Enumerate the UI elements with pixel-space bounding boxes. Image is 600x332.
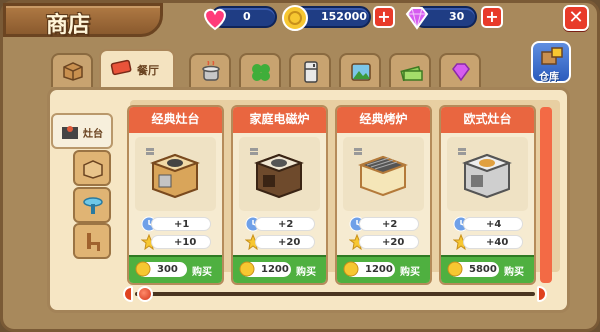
- induction-cooker-icon: [254, 153, 304, 199]
- european-stove-icon: [462, 153, 512, 199]
- tab-landscape[interactable]: [339, 53, 381, 87]
- item-price: 1200: [365, 264, 393, 275]
- pot-icon: [202, 61, 220, 81]
- horizontal-scrollbar[interactable]: [123, 286, 548, 302]
- item-price: 300: [157, 264, 178, 275]
- item-name: 欧式灶台: [441, 107, 534, 133]
- item-name: 家庭电磁炉: [233, 107, 326, 133]
- price-box: 300: [135, 261, 187, 277]
- restaurant-icon: [110, 59, 132, 76]
- item-stat-points: +20: [255, 235, 315, 249]
- price-box: 1200: [239, 261, 291, 277]
- item-price: 1200: [261, 264, 289, 275]
- tab-pot[interactable]: [189, 53, 231, 87]
- shop-item-card[interactable]: 欧式灶台 +4 +40 5800 购买: [439, 105, 536, 285]
- landscape-icon: [351, 63, 371, 81]
- buy-button[interactable]: 5800 购买: [441, 255, 534, 283]
- sidebar-item-cabinet[interactable]: [73, 150, 111, 186]
- clover-icon: [252, 64, 270, 81]
- stove-icon: [150, 153, 200, 199]
- price-box: 1200: [343, 261, 395, 277]
- buy-label: 购买: [192, 267, 212, 278]
- item-price: 5800: [469, 264, 497, 275]
- item-stat-points: +40: [463, 235, 523, 249]
- shop-item-card[interactable]: 经典灶台 +1 +10 300 购买: [127, 105, 224, 285]
- buy-label: 购买: [400, 267, 420, 278]
- tab-box[interactable]: [51, 53, 93, 87]
- scroll-thumb[interactable]: [137, 286, 153, 302]
- item-image: [343, 137, 424, 211]
- item-image: [135, 137, 216, 211]
- item-stat-speed: +1: [151, 217, 211, 231]
- chair-icon: [87, 233, 100, 251]
- diamond-icon: [452, 63, 470, 82]
- shop-item-card[interactable]: 经典烤炉 +2 +20 1200 购买: [335, 105, 432, 285]
- item-stat-speed: +4: [463, 217, 523, 231]
- item-image: [447, 137, 528, 211]
- warehouse-icon: [541, 47, 563, 65]
- tab-fridge[interactable]: [289, 53, 331, 87]
- item-name: 经典烤炉: [337, 107, 430, 133]
- close-button[interactable]: ✕: [563, 5, 589, 31]
- heart-icon: [204, 8, 226, 31]
- gems-counter: 30: [405, 6, 477, 30]
- scroll-right-end: [537, 286, 547, 302]
- hearts-value: 0: [243, 10, 251, 23]
- stove-icon: [62, 126, 78, 139]
- coin-icon: [135, 261, 151, 277]
- buy-button[interactable]: 1200 购买: [337, 255, 430, 283]
- table-icon: [83, 197, 103, 214]
- shop-item-card[interactable]: 家庭电磁炉 +2 +20 1200 购买: [231, 105, 328, 285]
- gem-icon: [405, 7, 429, 30]
- buy-label: 购买: [504, 267, 524, 278]
- coin-icon: [343, 261, 359, 277]
- item-stat-points: +20: [359, 235, 419, 249]
- money-icon: [400, 65, 423, 82]
- tab-money[interactable]: [389, 53, 431, 87]
- grill-icon: [358, 155, 408, 197]
- add-coins-button[interactable]: +: [373, 6, 395, 28]
- buy-button[interactable]: 300 购买: [129, 255, 222, 283]
- cabinet-icon: [83, 160, 103, 179]
- coin-icon: [282, 5, 308, 31]
- coins-value: 152000: [321, 10, 367, 23]
- coin-icon: [447, 261, 463, 277]
- add-gems-button[interactable]: +: [481, 6, 503, 28]
- coins-counter: 152000: [282, 5, 371, 31]
- shop-window: 商店 0 152000 + 30 + ✕ 餐厅 仓库 灶台 经典灶台 +1 +1…: [0, 0, 600, 332]
- scroll-left-end: [123, 286, 133, 302]
- sidebar-item-stove[interactable]: 灶台: [51, 113, 113, 149]
- warehouse-button[interactable]: 仓库: [531, 41, 571, 83]
- hearts-counter: 0: [204, 6, 277, 31]
- item-stat-points: +10: [151, 235, 211, 249]
- coin-icon: [239, 261, 255, 277]
- scroll-track-line: [135, 292, 535, 296]
- title-plate: 商店: [3, 3, 163, 38]
- box-icon: [63, 62, 83, 81]
- buy-button[interactable]: 1200 购买: [233, 255, 326, 283]
- item-image: [239, 137, 320, 211]
- warehouse-label: 仓库: [539, 72, 559, 83]
- tab-restaurant[interactable]: 餐厅: [99, 49, 175, 89]
- fridge-icon: [304, 61, 318, 83]
- item-stat-speed: +2: [359, 217, 419, 231]
- price-box: 5800: [447, 261, 499, 277]
- next-card-edge: [540, 107, 552, 283]
- buy-label: 购买: [296, 267, 316, 278]
- sidebar-item-chair[interactable]: [73, 223, 111, 259]
- tab-diamond[interactable]: [439, 53, 481, 87]
- sidebar-item-stove-label: 灶台: [83, 129, 103, 140]
- gems-value: 30: [449, 10, 465, 23]
- tab-restaurant-label: 餐厅: [137, 64, 159, 77]
- page-title: 商店: [46, 13, 91, 38]
- item-stat-speed: +2: [255, 217, 315, 231]
- tab-clover[interactable]: [239, 53, 281, 87]
- sidebar-item-table[interactable]: [73, 187, 111, 223]
- item-name: 经典灶台: [129, 107, 222, 133]
